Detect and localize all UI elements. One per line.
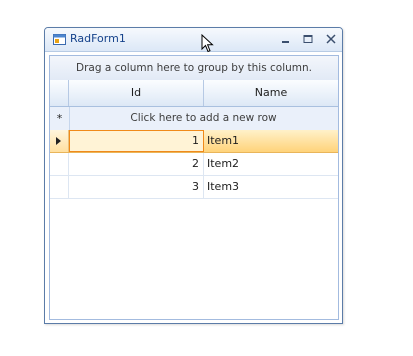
cell-id[interactable]: 1 [69,130,204,152]
column-header-row: Id Name [50,80,338,107]
row-indicator [50,153,69,175]
form-icon [53,34,66,45]
radform-window: RadForm1 Drag a column here to group by … [44,27,343,324]
cell-id[interactable]: 3 [69,176,204,198]
window-title: RadForm1 [70,32,126,45]
row-indicator-header [50,80,69,106]
add-new-row[interactable]: * Click here to add a new row [50,107,338,131]
grid-view[interactable]: Drag a column here to group by this colu… [49,55,339,320]
cell-name[interactable]: Item1 [204,130,338,152]
table-row[interactable]: 3 Item3 [50,176,338,199]
column-header-name[interactable]: Name [204,80,338,106]
cell-name[interactable]: Item3 [204,176,338,198]
current-row-arrow-icon [50,130,69,152]
add-new-row-label[interactable]: Click here to add a new row [69,107,338,130]
cell-id[interactable]: 2 [69,153,204,175]
close-icon[interactable] [324,32,338,46]
cell-name[interactable]: Item2 [204,153,338,175]
group-by-panel[interactable]: Drag a column here to group by this colu… [50,56,338,81]
table-row[interactable]: 2 Item2 [50,153,338,176]
table-row[interactable]: 1 Item1 [50,130,338,153]
new-row-indicator: * [50,107,70,130]
column-header-id[interactable]: Id [69,80,204,106]
row-indicator [50,176,69,198]
maximize-icon[interactable] [301,32,315,46]
title-bar[interactable]: RadForm1 [45,28,342,52]
mouse-cursor-icon [201,33,215,54]
minimize-icon[interactable] [279,32,293,46]
